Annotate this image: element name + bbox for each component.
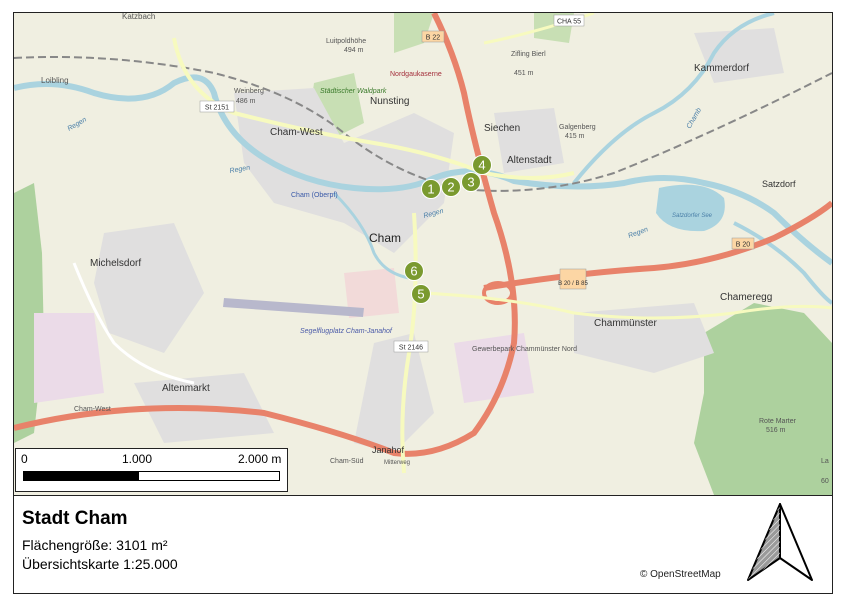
poi-marker-3[interactable]: 3	[461, 172, 481, 192]
label-lam: La	[821, 458, 829, 465]
label-michelsdorf: Michelsdorf	[90, 258, 141, 269]
label-segelflugplatz: Segelflugplatz Cham-Janahof	[300, 328, 393, 335]
label-altenmarkt: Altenmarkt	[162, 383, 210, 394]
label-nordgaukaserne: Nordgaukaserne	[390, 71, 442, 78]
label-st2151: St 2151	[205, 105, 229, 112]
poi-marker-5[interactable]: 5	[411, 284, 431, 304]
map-canvas[interactable]: B 22 CHA 55 St 2151 St 2146 B 20 B 20 / …	[14, 13, 832, 495]
label-mitterweg: Mitterweg	[384, 460, 410, 466]
label-cham-west: Cham-West	[270, 127, 323, 138]
label-cham: Cham	[369, 231, 401, 245]
shield-cha55: CHA 55	[553, 14, 585, 27]
label-cham-bahnhof: Cham (Oberpf)	[291, 192, 338, 199]
shield-b22: B 22	[421, 30, 445, 43]
label-zifling: Zifling Bierl	[511, 51, 546, 58]
label-galgenberg: Galgenberg	[559, 124, 596, 131]
label-cha55: CHA 55	[557, 19, 581, 26]
label-siechen: Siechen	[484, 123, 520, 134]
poi-marker-6[interactable]: 6	[404, 261, 424, 281]
scale-label-mid: 1.000	[122, 452, 153, 466]
scale-segment-white	[138, 471, 280, 481]
scalebar: 0 1.000 2.000 m	[15, 448, 288, 492]
map-svg: B 22 CHA 55 St 2151 St 2146 B 20 B 20 / …	[14, 13, 832, 495]
label-rote-marter-elev: 516 m	[766, 427, 786, 434]
poi-marker-label: 1	[427, 182, 434, 197]
label-b20-b85: B 20 / B 85	[558, 281, 588, 287]
label-chameregg: Chameregg	[720, 292, 772, 303]
map-title: Stadt Cham	[22, 508, 128, 529]
poi-marker-label: 4	[478, 158, 485, 173]
scale-label-end: 2.000 m	[238, 452, 282, 466]
label-nunsting: Nunsting	[370, 96, 409, 107]
poi-marker-label: 5	[417, 287, 424, 302]
label-luitpoldhoehe-elev: 494 m	[344, 47, 364, 54]
label-luitpoldhoehe: Luitpoldhöhe	[326, 38, 366, 45]
scale-segment-black	[23, 471, 139, 481]
shield-b20-b85: B 20 / B 85	[558, 268, 589, 290]
label-st2146: St 2146	[399, 345, 423, 352]
label-kammerdorf: Kammerdorf	[694, 63, 749, 74]
shield-b20: B 20	[731, 237, 755, 250]
forest-rote-marter	[694, 303, 832, 495]
osm-attribution: © OpenStreetMap	[640, 569, 721, 580]
poi-marker-1[interactable]: 1	[421, 179, 441, 199]
label-loibling: Loibling	[41, 76, 69, 85]
gewerbepark	[454, 333, 534, 403]
label-b22: B 22	[426, 35, 441, 42]
label-weinberg: Weinberg	[234, 88, 264, 95]
label-cham-west-exit: Cham-West	[74, 406, 111, 413]
poi-marker-label: 6	[410, 264, 417, 279]
poi-marker-2[interactable]: 2	[441, 177, 461, 197]
shield-st2146: St 2146	[393, 340, 429, 353]
map-divider	[14, 495, 832, 496]
label-zifling-elev: 451 m	[514, 70, 534, 77]
label-satzdorf: Satzdorf	[762, 179, 796, 189]
scale-label-0: 0	[21, 452, 28, 466]
label-altenstadt: Altenstadt	[507, 155, 552, 166]
label-janahof: Janahof	[372, 445, 405, 455]
label-weinberg-elev: 486 m	[236, 98, 256, 105]
label-katzbach: Katzbach	[122, 13, 155, 21]
label-lam-elev: 60	[821, 478, 829, 485]
label-rote-marter: Rote Marter	[759, 418, 797, 425]
label-cham-sued: Cham-Süd	[330, 458, 364, 465]
label-galgenberg-elev: 415 m	[565, 133, 585, 140]
industrial-west	[34, 313, 104, 403]
label-satzdorfer-see: Satzdorfer See	[672, 213, 713, 219]
poi-marker-4[interactable]: 4	[472, 155, 492, 175]
north-arrow	[742, 500, 818, 591]
label-gewerbepark: Gewerbepark Chammünster Nord	[472, 346, 577, 353]
label-stadtpark: Städtischer Waldpark	[320, 88, 387, 95]
label-chammuenster: Chammünster	[594, 318, 657, 329]
overview-scale: Übersichtskarte 1:25.000	[22, 556, 178, 572]
poi-marker-label: 2	[447, 180, 454, 195]
north-arrow-icon	[747, 503, 813, 581]
shield-st2151: St 2151	[199, 100, 235, 113]
area-info: Flächengröße: 3101 m²	[22, 537, 168, 553]
label-b20: B 20	[736, 242, 751, 249]
poi-marker-label: 3	[467, 175, 474, 190]
